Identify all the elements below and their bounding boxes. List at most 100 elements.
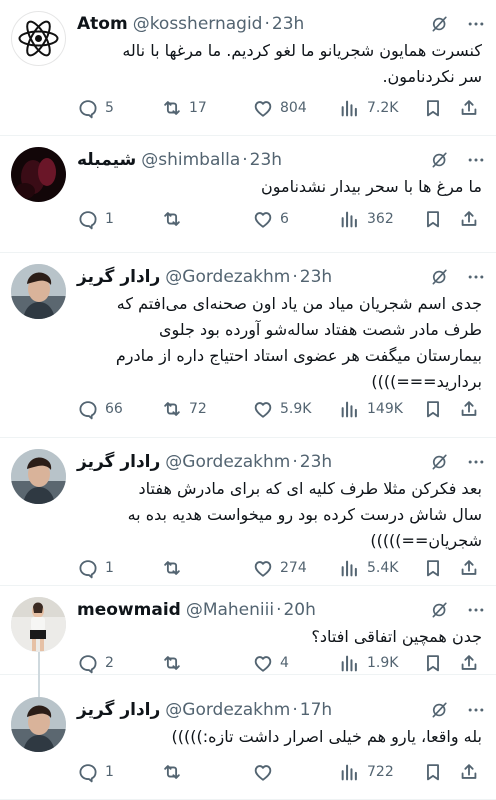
reply-button[interactable]: 2 (77, 652, 114, 674)
avatar[interactable] (11, 264, 66, 319)
tweet-text: کنسرت همایون شجریانو ما لغو کردیم. ما مر… (122, 41, 482, 86)
share-button[interactable] (458, 557, 480, 579)
tweet[interactable]: رادار گریز @Gordezakhm · 23h جدی اسم شجریان … (0, 253, 496, 438)
bookmark-button[interactable] (422, 208, 444, 230)
share-button[interactable] (458, 398, 480, 420)
tweet[interactable]: Atom @kosshernagid · 23h کنسرت همایون شجریان… (0, 0, 496, 136)
like-button[interactable]: 4 (252, 652, 289, 674)
share-button[interactable] (458, 652, 480, 674)
username-handle[interactable]: @Gordezakhm (165, 267, 290, 287)
views-button[interactable]: 5.4K (339, 557, 398, 579)
replies-count: 2 (105, 655, 114, 671)
separator-dot: · (292, 452, 298, 472)
retweet-button[interactable]: 17 (161, 97, 207, 119)
timestamp[interactable]: 23h (300, 452, 332, 472)
tweet[interactable]: شیمبله @shimballa · 23h ما مرغ ها با سحر بید… (0, 136, 496, 253)
username-handle[interactable]: @shimballa (141, 150, 240, 170)
display-name[interactable]: رادار گریز (77, 267, 160, 287)
bookmark-button[interactable] (422, 398, 444, 420)
tweet-text: بعد فکرکن مثلا طرف کلیه ای که برای مادرش… (127, 479, 482, 550)
reply-button[interactable]: 66 (77, 398, 123, 420)
likes-count: 274 (280, 560, 307, 576)
tweet-actions: 5 17 804 7.2K (77, 96, 482, 120)
retweet-button[interactable] (161, 208, 189, 230)
reply-icon (77, 652, 99, 674)
more-options-icon[interactable] (466, 14, 486, 34)
heart-icon (252, 557, 274, 579)
timestamp[interactable]: 20h (283, 600, 315, 620)
display-name[interactable]: رادار گریز (77, 700, 160, 720)
bookmark-icon (422, 557, 444, 579)
display-name[interactable]: meowmaid (77, 600, 181, 620)
like-button[interactable] (252, 761, 280, 783)
views-button[interactable]: 722 (339, 761, 394, 783)
tweet-header: رادار گریز @Gordezakhm · 23h (77, 450, 486, 474)
bookmark-button[interactable] (422, 97, 444, 119)
more-options-icon[interactable] (466, 600, 486, 620)
grok-icon[interactable] (430, 452, 450, 472)
grok-icon[interactable] (430, 600, 450, 620)
timestamp[interactable]: 23h (250, 150, 282, 170)
views-count: 722 (367, 764, 394, 780)
grok-icon[interactable] (430, 267, 450, 287)
views-button[interactable]: 149K (339, 398, 403, 420)
share-button[interactable] (458, 208, 480, 230)
display-name[interactable]: رادار گریز (77, 452, 160, 472)
share-icon (458, 652, 480, 674)
replies-count: 1 (105, 764, 114, 780)
retweet-button[interactable] (161, 761, 189, 783)
reply-button[interactable]: 5 (77, 97, 114, 119)
like-button[interactable]: 6 (252, 208, 289, 230)
grok-icon[interactable] (430, 150, 450, 170)
username-handle[interactable]: @kosshernagid (133, 14, 263, 34)
avatar[interactable] (11, 11, 66, 66)
more-options-icon[interactable] (466, 452, 486, 472)
display-name[interactable]: Atom (77, 14, 128, 34)
timestamp[interactable]: 17h (300, 700, 332, 720)
tweet[interactable]: رادار گریز @Gordezakhm · 23h بعد فکرکن مثلا … (0, 438, 496, 586)
tweet[interactable]: meowmaid @Maheniii · 20h جدن همچین اتفاقی اف… (0, 586, 496, 704)
like-button[interactable]: 274 (252, 557, 307, 579)
separator-dot: · (264, 14, 270, 34)
grok-icon[interactable] (430, 700, 450, 720)
timestamp[interactable]: 23h (272, 14, 304, 34)
share-button[interactable] (458, 97, 480, 119)
avatar[interactable] (11, 697, 66, 752)
retweet-button[interactable]: 72 (161, 398, 207, 420)
retweet-icon (161, 761, 183, 783)
views-button[interactable]: 362 (339, 208, 394, 230)
retweet-button[interactable] (161, 652, 189, 674)
bookmark-button[interactable] (422, 761, 444, 783)
more-options-icon[interactable] (466, 150, 486, 170)
reply-button[interactable]: 1 (77, 208, 114, 230)
tweet-actions: 66 72 5.9K 149K (77, 397, 482, 421)
bookmark-button[interactable] (422, 557, 444, 579)
display-name[interactable]: شیمبله (77, 150, 136, 170)
username-handle[interactable]: @Gordezakhm (165, 700, 290, 720)
more-options-icon[interactable] (466, 267, 486, 287)
views-button[interactable]: 7.2K (339, 97, 398, 119)
avatar[interactable] (11, 449, 66, 504)
like-button[interactable]: 804 (252, 97, 307, 119)
retweet-icon (161, 652, 183, 674)
like-button[interactable]: 5.9K (252, 398, 311, 420)
share-icon (458, 761, 480, 783)
share-button[interactable] (458, 761, 480, 783)
avatar[interactable] (11, 597, 66, 652)
views-count: 7.2K (367, 100, 399, 116)
likes-count: 804 (280, 100, 307, 116)
retweet-button[interactable] (161, 557, 189, 579)
share-icon (458, 208, 480, 230)
more-options-icon[interactable] (466, 700, 486, 720)
grok-icon[interactable] (430, 14, 450, 34)
reply-button[interactable]: 1 (77, 557, 114, 579)
bookmark-button[interactable] (422, 652, 444, 674)
tweet[interactable]: رادار گریز @Gordezakhm · 17h بله واقعا، یارو… (0, 686, 496, 800)
share-icon (458, 97, 480, 119)
reply-button[interactable]: 1 (77, 761, 114, 783)
timestamp[interactable]: 23h (300, 267, 332, 287)
avatar[interactable] (11, 147, 66, 202)
username-handle[interactable]: @Gordezakhm (165, 452, 290, 472)
username-handle[interactable]: @Maheniii (186, 600, 274, 620)
views-button[interactable]: 1.9K (339, 652, 398, 674)
